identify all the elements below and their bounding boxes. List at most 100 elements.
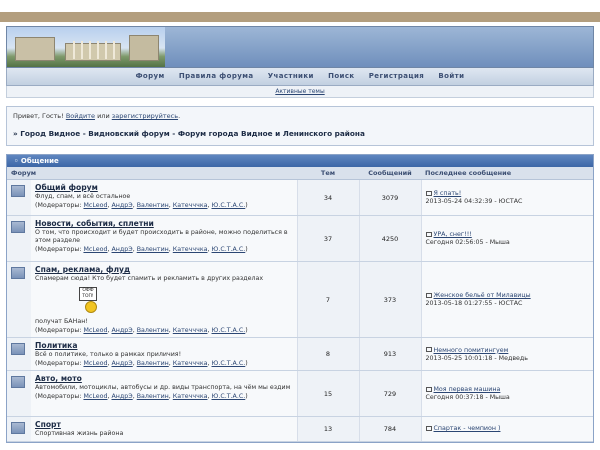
moderator-link[interactable]: Катечччка: [173, 360, 208, 367]
last-post-icon[interactable]: [425, 386, 432, 392]
forum-folder-icon: [11, 376, 25, 388]
moderators-label: (Модераторы:: [35, 327, 82, 334]
moderator-link[interactable]: Валентин: [137, 246, 169, 253]
last-post-icon[interactable]: [425, 347, 432, 352]
forum-status-cell: [7, 416, 31, 442]
moderator-link[interactable]: McLeod: [83, 393, 107, 400]
forum-status-cell: [7, 215, 31, 262]
last-post-link[interactable]: Я спать!: [434, 190, 462, 197]
forum-table: Форум Тем Сообщений Последнее сообщение …: [7, 167, 593, 442]
forum-post-count: 4250: [358, 215, 421, 262]
site-logo-image[interactable]: [7, 27, 165, 67]
category-header[interactable]: ◦ Общение: [7, 155, 593, 167]
moderator-link[interactable]: Ю.С.Т.А.С.: [212, 327, 246, 334]
forum-status-cell: [7, 370, 31, 417]
forum-folder-icon: [11, 185, 25, 197]
collapse-arrow-icon[interactable]: ◦: [14, 157, 18, 165]
last-post-cell: УРА, снег!!! Сегодня 02:56:05 - Мыша: [420, 215, 593, 262]
moderator-link[interactable]: McLeod: [83, 360, 107, 367]
col-posts: Сообщений: [359, 167, 421, 180]
sub-nav: Активные темы: [6, 86, 594, 98]
last-post-icon[interactable]: [425, 231, 432, 237]
moderator-link[interactable]: McLeod: [83, 327, 107, 334]
forum-post-count: 729: [358, 370, 421, 417]
moderator-link[interactable]: McLeod: [83, 202, 107, 209]
nav-members[interactable]: Участники: [268, 72, 314, 80]
last-post-meta: Сегодня 00:37:18 - Мыша: [425, 394, 510, 401]
moderator-link[interactable]: Ю.С.Т.А.С.: [212, 393, 246, 400]
forum-description: Спортивная жизнь района: [35, 430, 124, 437]
main-nav: Форум Правила форума Участники Поиск Рег…: [6, 68, 594, 86]
forum-title-link[interactable]: Спам, реклама, флуд: [35, 265, 130, 274]
nav-register[interactable]: Регистрация: [369, 72, 424, 80]
moderator-link[interactable]: АндрЭ: [112, 360, 133, 367]
moderators-label: (Модераторы:: [35, 360, 82, 367]
last-post-icon[interactable]: [425, 190, 432, 196]
moderator-link[interactable]: Ю.С.Т.А.С.: [212, 202, 246, 209]
forum-description: О том, что происходит и будет происходит…: [35, 229, 288, 244]
forum-table-header: Форум Тем Сообщений Последнее сообщение: [7, 167, 593, 180]
moderator-link[interactable]: АндрЭ: [112, 393, 133, 400]
nav-login[interactable]: Войти: [438, 72, 464, 80]
moderator-link[interactable]: Валентин: [137, 393, 169, 400]
greeting-period: .: [178, 112, 181, 120]
top-decor-bar: [0, 12, 600, 22]
moderator-link[interactable]: Валентин: [137, 360, 169, 367]
login-link[interactable]: Войдите: [66, 112, 95, 120]
forum-title-link[interactable]: Общий форум: [35, 183, 98, 192]
moderators: (Модераторы: McLeod, АндрЭ, Валентин, Ка…: [35, 202, 248, 209]
forum-row: Политика Всё о политике, только в рамках …: [7, 337, 593, 371]
moderators: (Модераторы: McLeod, АндрЭ, Валентин, Ка…: [35, 360, 248, 367]
forum-info-cell: Спорт Спортивная жизнь района: [31, 416, 297, 442]
forum-description-extra: получат БАНан!: [35, 318, 88, 325]
forum-title-link[interactable]: Политика: [35, 341, 77, 350]
active-topics-link[interactable]: Активные темы: [275, 88, 324, 95]
moderator-link[interactable]: Ю.С.Т.А.С.: [212, 360, 246, 367]
forum-topic-count: 34: [296, 179, 359, 216]
forum-title-link[interactable]: Новости, события, сплетни: [35, 219, 154, 228]
moderator-link[interactable]: Катечччка: [173, 393, 208, 400]
category-section: ◦ Общение Форум Тем Сообщений Последнее …: [6, 154, 594, 443]
moderator-link[interactable]: Катечччка: [173, 327, 208, 334]
forum-folder-icon: [11, 422, 25, 434]
forum-status-cell: [7, 337, 31, 371]
nav-rules[interactable]: Правила форума: [179, 72, 254, 80]
breadcrumb[interactable]: » Город Видное - Видновский форум - Фору…: [13, 129, 587, 138]
last-post-icon[interactable]: [425, 425, 432, 431]
moderator-link[interactable]: Валентин: [137, 327, 169, 334]
last-post-link[interactable]: Спартак - чемпион ): [434, 425, 501, 432]
forum-title-link[interactable]: Авто, мото: [35, 374, 82, 383]
last-post-link[interactable]: Немного помитингуем: [434, 347, 509, 354]
last-post-link[interactable]: Моя первая машина: [434, 386, 501, 393]
moderator-link[interactable]: АндрЭ: [112, 246, 133, 253]
forum-row: Авто, мото Автомобили, мотоциклы, автобус…: [7, 370, 593, 417]
forum-row: Спорт Спортивная жизнь района 13 784 Спартак…: [7, 416, 593, 442]
moderator-link[interactable]: Катечччка: [173, 202, 208, 209]
last-post-cell: Немного помитингуем 2013-05-25 10:01:18 -…: [420, 337, 593, 371]
last-post-icon[interactable]: [425, 292, 432, 298]
forum-post-count: 373: [358, 261, 421, 338]
moderator-link[interactable]: Ю.С.Т.А.С.: [212, 246, 246, 253]
forum-description: Флуд, спам, и всё остальное: [35, 193, 131, 200]
moderator-link[interactable]: Катечччка: [173, 246, 208, 253]
category-title: Общение: [20, 157, 59, 165]
moderator-link[interactable]: АндрЭ: [112, 202, 133, 209]
forum-topic-count: 7: [296, 261, 359, 338]
forum-status-cell: [7, 179, 31, 216]
moderator-link[interactable]: АндрЭ: [112, 327, 133, 334]
moderator-link[interactable]: McLeod: [83, 246, 107, 253]
forum-status-cell: [7, 261, 31, 338]
forum-title-link[interactable]: Спорт: [35, 420, 61, 429]
or-text: или: [97, 112, 110, 120]
nav-search[interactable]: Поиск: [328, 72, 354, 80]
last-post-cell: Женское бельё от Милавицы 2013-05-18 01:2…: [420, 261, 593, 338]
nav-forum[interactable]: Форум: [136, 72, 165, 80]
forum-row: Общий форум Флуд, спам, и всё остальное (М…: [7, 179, 593, 216]
last-post-link[interactable]: УРА, снег!!!: [434, 231, 472, 238]
register-link[interactable]: зарегистрируйтесь: [112, 112, 178, 120]
forum-info-cell: Политика Всё о политике, только в рамках …: [31, 337, 297, 371]
moderator-link[interactable]: Валентин: [137, 202, 169, 209]
last-post-link[interactable]: Женское бельё от Милавицы: [434, 292, 531, 299]
moderators: (Модераторы: McLeod, АндрЭ, Валентин, Ка…: [35, 327, 248, 334]
col-topics: Тем: [297, 167, 359, 180]
